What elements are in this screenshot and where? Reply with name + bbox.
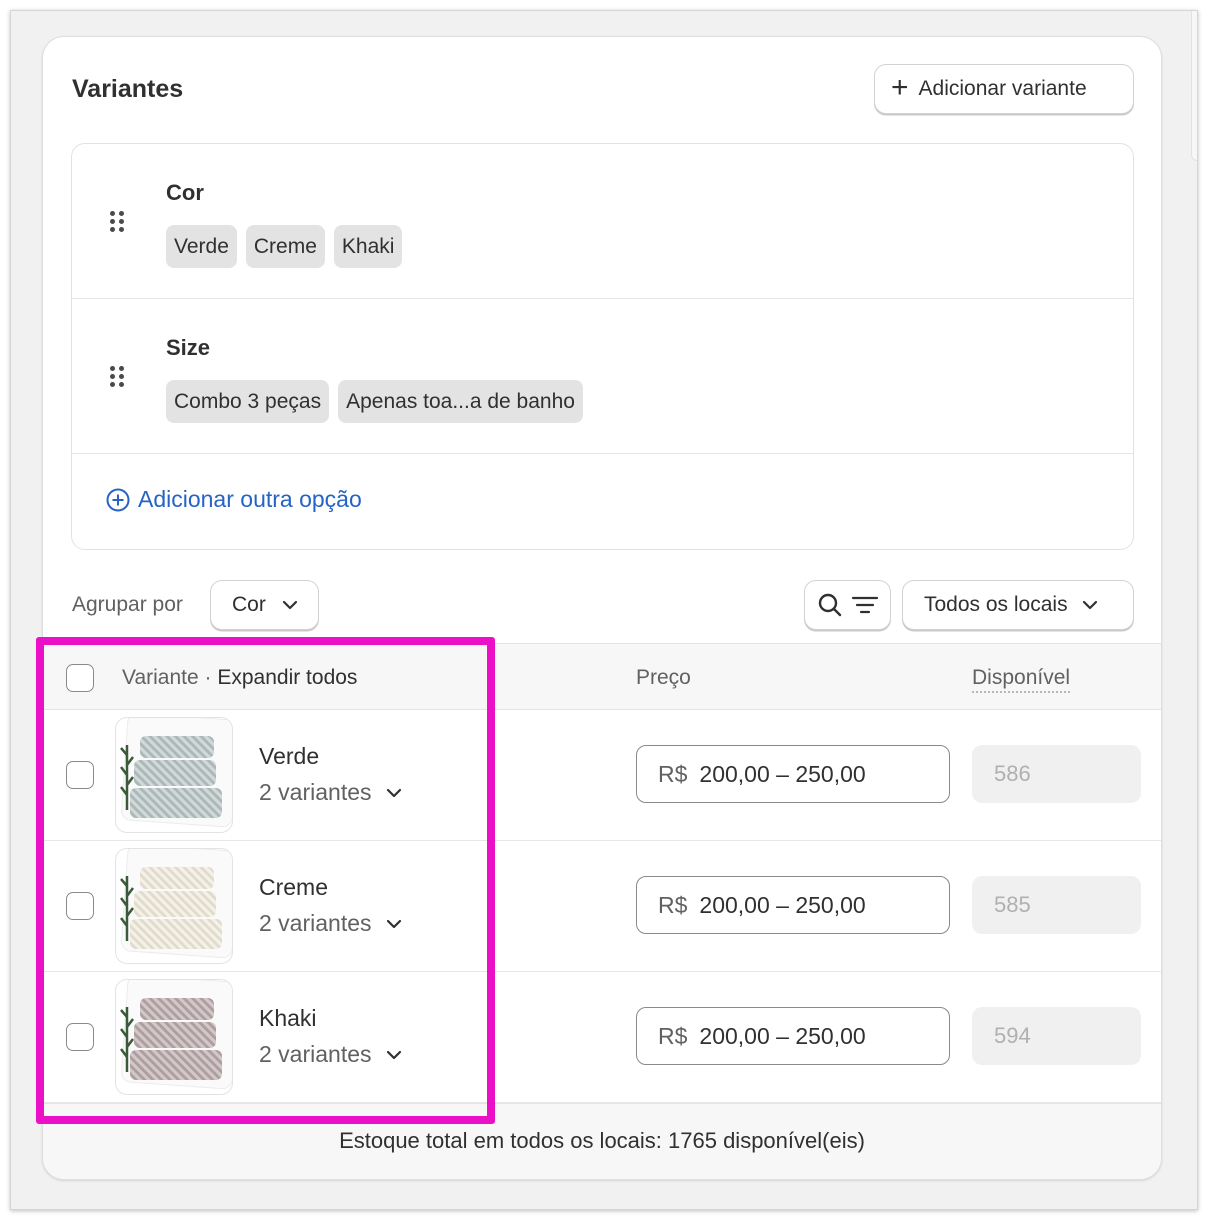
add-variant-button[interactable]: + Adicionar variante — [874, 64, 1134, 114]
group-by-value: Cor — [232, 593, 266, 616]
option-name: Cor — [166, 180, 204, 205]
option-row-cor[interactable]: Cor Verde Creme Khaki — [72, 144, 1133, 299]
expand-all-link[interactable]: Expandir todos — [217, 666, 357, 689]
add-variant-label: Adicionar variante — [918, 77, 1087, 100]
chevron-down-icon — [282, 600, 297, 610]
variant-group-row[interactable]: Verde 2 variantes R$ 200,00 – 250,00 586 — [43, 710, 1161, 841]
option-name: Size — [166, 335, 211, 360]
filter-icon — [851, 596, 878, 614]
currency-prefix: R$ — [658, 891, 688, 918]
currency-prefix: R$ — [658, 760, 688, 787]
variant-group-row[interactable]: Creme 2 variantes R$ 200,00 – 250,00 585 — [43, 841, 1161, 972]
towel-swatch — [134, 1022, 216, 1048]
towel-swatch — [134, 760, 216, 786]
app-frame: Variantes + Adicionar variante Cor Verde… — [10, 10, 1198, 1210]
variants-table-header: Variante · Expandir todos Preço Disponív… — [43, 643, 1161, 710]
total-stock-text: Estoque total em todos os locais: 1765 d… — [339, 1128, 865, 1153]
group-by-label: Agrupar por — [72, 593, 183, 616]
variant-group-name: Creme — [259, 874, 329, 900]
drag-handle-icon[interactable] — [110, 211, 126, 233]
variant-count-toggle[interactable]: 2 variantes — [259, 910, 402, 937]
towel-swatch — [140, 867, 214, 889]
search-filter-button[interactable] — [804, 580, 891, 630]
towel-swatch — [134, 891, 216, 917]
plus-icon: + — [891, 70, 909, 104]
variant-count-toggle[interactable]: 2 variantes — [259, 1041, 402, 1068]
locations-select[interactable]: Todos os locais — [902, 580, 1134, 630]
chevron-down-icon — [386, 1050, 401, 1059]
option-value-pill: Creme — [245, 225, 325, 268]
chevron-down-icon — [386, 919, 401, 928]
price-value: 200,00 – 250,00 — [699, 1022, 866, 1049]
option-values: Verde Creme Khaki — [166, 225, 403, 268]
variant-group-name: Verde — [259, 743, 320, 769]
variant-count: 2 variantes — [259, 1041, 372, 1067]
row-checkbox[interactable] — [66, 1023, 94, 1051]
currency-prefix: R$ — [658, 1022, 688, 1049]
variant-count-toggle[interactable]: 2 variantes — [259, 779, 402, 806]
variant-count: 2 variantes — [259, 910, 372, 936]
product-thumbnail[interactable] — [115, 848, 233, 964]
group-by-select[interactable]: Cor — [210, 580, 319, 630]
available-quantity: 586 — [972, 745, 1141, 803]
header-available[interactable]: Disponível — [972, 666, 1071, 693]
price-input[interactable]: R$ 200,00 – 250,00 — [636, 876, 950, 934]
adjacent-panel-edge — [1191, 11, 1197, 161]
row-checkbox[interactable] — [66, 761, 94, 789]
select-all-checkbox[interactable] — [66, 664, 94, 692]
product-thumbnail[interactable] — [115, 979, 233, 1095]
product-thumbnail[interactable] — [115, 717, 233, 833]
towel-swatch — [140, 998, 214, 1020]
towel-swatch — [130, 1050, 222, 1080]
price-input[interactable]: R$ 200,00 – 250,00 — [636, 1007, 950, 1065]
available-quantity: 585 — [972, 876, 1141, 934]
drag-handle-icon[interactable] — [110, 366, 126, 388]
variant-group-name: Khaki — [259, 1005, 317, 1031]
towel-swatch — [130, 919, 222, 949]
card-title: Variantes — [72, 75, 184, 103]
table-footer: Estoque total em todos os locais: 1765 d… — [43, 1103, 1161, 1179]
circle-plus-icon — [106, 488, 130, 511]
price-input[interactable]: R$ 200,00 – 250,00 — [636, 745, 950, 803]
locations-value: Todos os locais — [924, 593, 1068, 616]
option-value-pill: Combo 3 peças — [166, 380, 330, 423]
variants-card: Variantes + Adicionar variante Cor Verde… — [42, 36, 1162, 1180]
option-value-pill: Khaki — [333, 225, 403, 268]
header-variant-label: Variante — [122, 666, 199, 689]
row-checkbox[interactable] — [66, 892, 94, 920]
variant-count: 2 variantes — [259, 779, 372, 805]
price-value: 200,00 – 250,00 — [699, 760, 866, 787]
option-value-pill: Verde — [166, 225, 237, 268]
add-option-link[interactable]: Adicionar outra opção — [106, 486, 362, 513]
add-option-label: Adicionar outra opção — [138, 486, 362, 512]
chevron-down-icon — [386, 788, 401, 797]
option-value-pill: Apenas toa...a de banho — [338, 380, 583, 423]
option-values: Combo 3 peças Apenas toa...a de banho — [166, 380, 583, 423]
variant-group-row[interactable]: Khaki 2 variantes R$ 200,00 – 250,00 594 — [43, 972, 1161, 1103]
towel-swatch — [140, 736, 214, 758]
price-value: 200,00 – 250,00 — [699, 891, 866, 918]
available-quantity: 594 — [972, 1007, 1141, 1065]
header-price: Preço — [636, 666, 691, 689]
header-separator: · — [198, 666, 218, 689]
options-box: Cor Verde Creme Khaki Size Combo 3 peças… — [71, 143, 1134, 550]
towel-swatch — [130, 788, 222, 818]
search-icon — [818, 593, 841, 617]
header-variant: Variante · Expandir todos — [122, 666, 357, 690]
chevron-down-icon — [1082, 600, 1097, 610]
option-row-size[interactable]: Size Combo 3 peças Apenas toa...a de ban… — [72, 299, 1133, 454]
